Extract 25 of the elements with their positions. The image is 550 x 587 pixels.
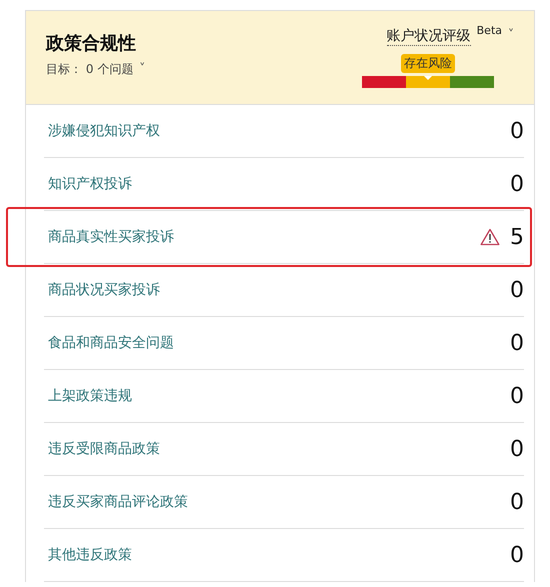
policy-link[interactable]: 知识产权投诉 [48,175,132,193]
violation-count: 0 [510,278,524,302]
policy-link[interactable]: 违反买家商品评论政策 [48,493,188,511]
violation-count: 0 [510,118,524,144]
policy-link[interactable]: 上架政策违规 [48,387,132,405]
target-text: 目标： 0 个问题 [46,61,134,78]
violation-count: 0 [510,384,524,408]
card-title: 政策合规性 [46,32,137,55]
policy-link[interactable]: 商品真实性买家投诉 [48,228,174,246]
policy-link[interactable]: 违反受限商品政策 [48,440,160,458]
beta-label: Beta [476,24,502,37]
violation-count: 0 [510,436,524,462]
rating-link[interactable]: 账户状况评级 [386,27,471,46]
violation-count: 5 [510,224,524,250]
caret-icon[interactable]: ˅ [139,61,146,78]
policy-link[interactable]: 涉嫌侵犯知识产权 [48,122,160,140]
violation-count: 0 [510,542,524,568]
policy-link[interactable]: 商品状况买家投诉 [48,281,160,299]
violation-count: 0 [510,490,524,514]
status-badge: 存在风险 [401,54,455,73]
policy-link[interactable]: 食品和商品安全问题 [48,334,174,352]
caret-icon[interactable]: ˅ [508,27,514,41]
violation-count: 0 [510,172,524,196]
policy-link[interactable]: 其他违反政策 [48,546,132,564]
violation-count: 0 [510,330,524,356]
